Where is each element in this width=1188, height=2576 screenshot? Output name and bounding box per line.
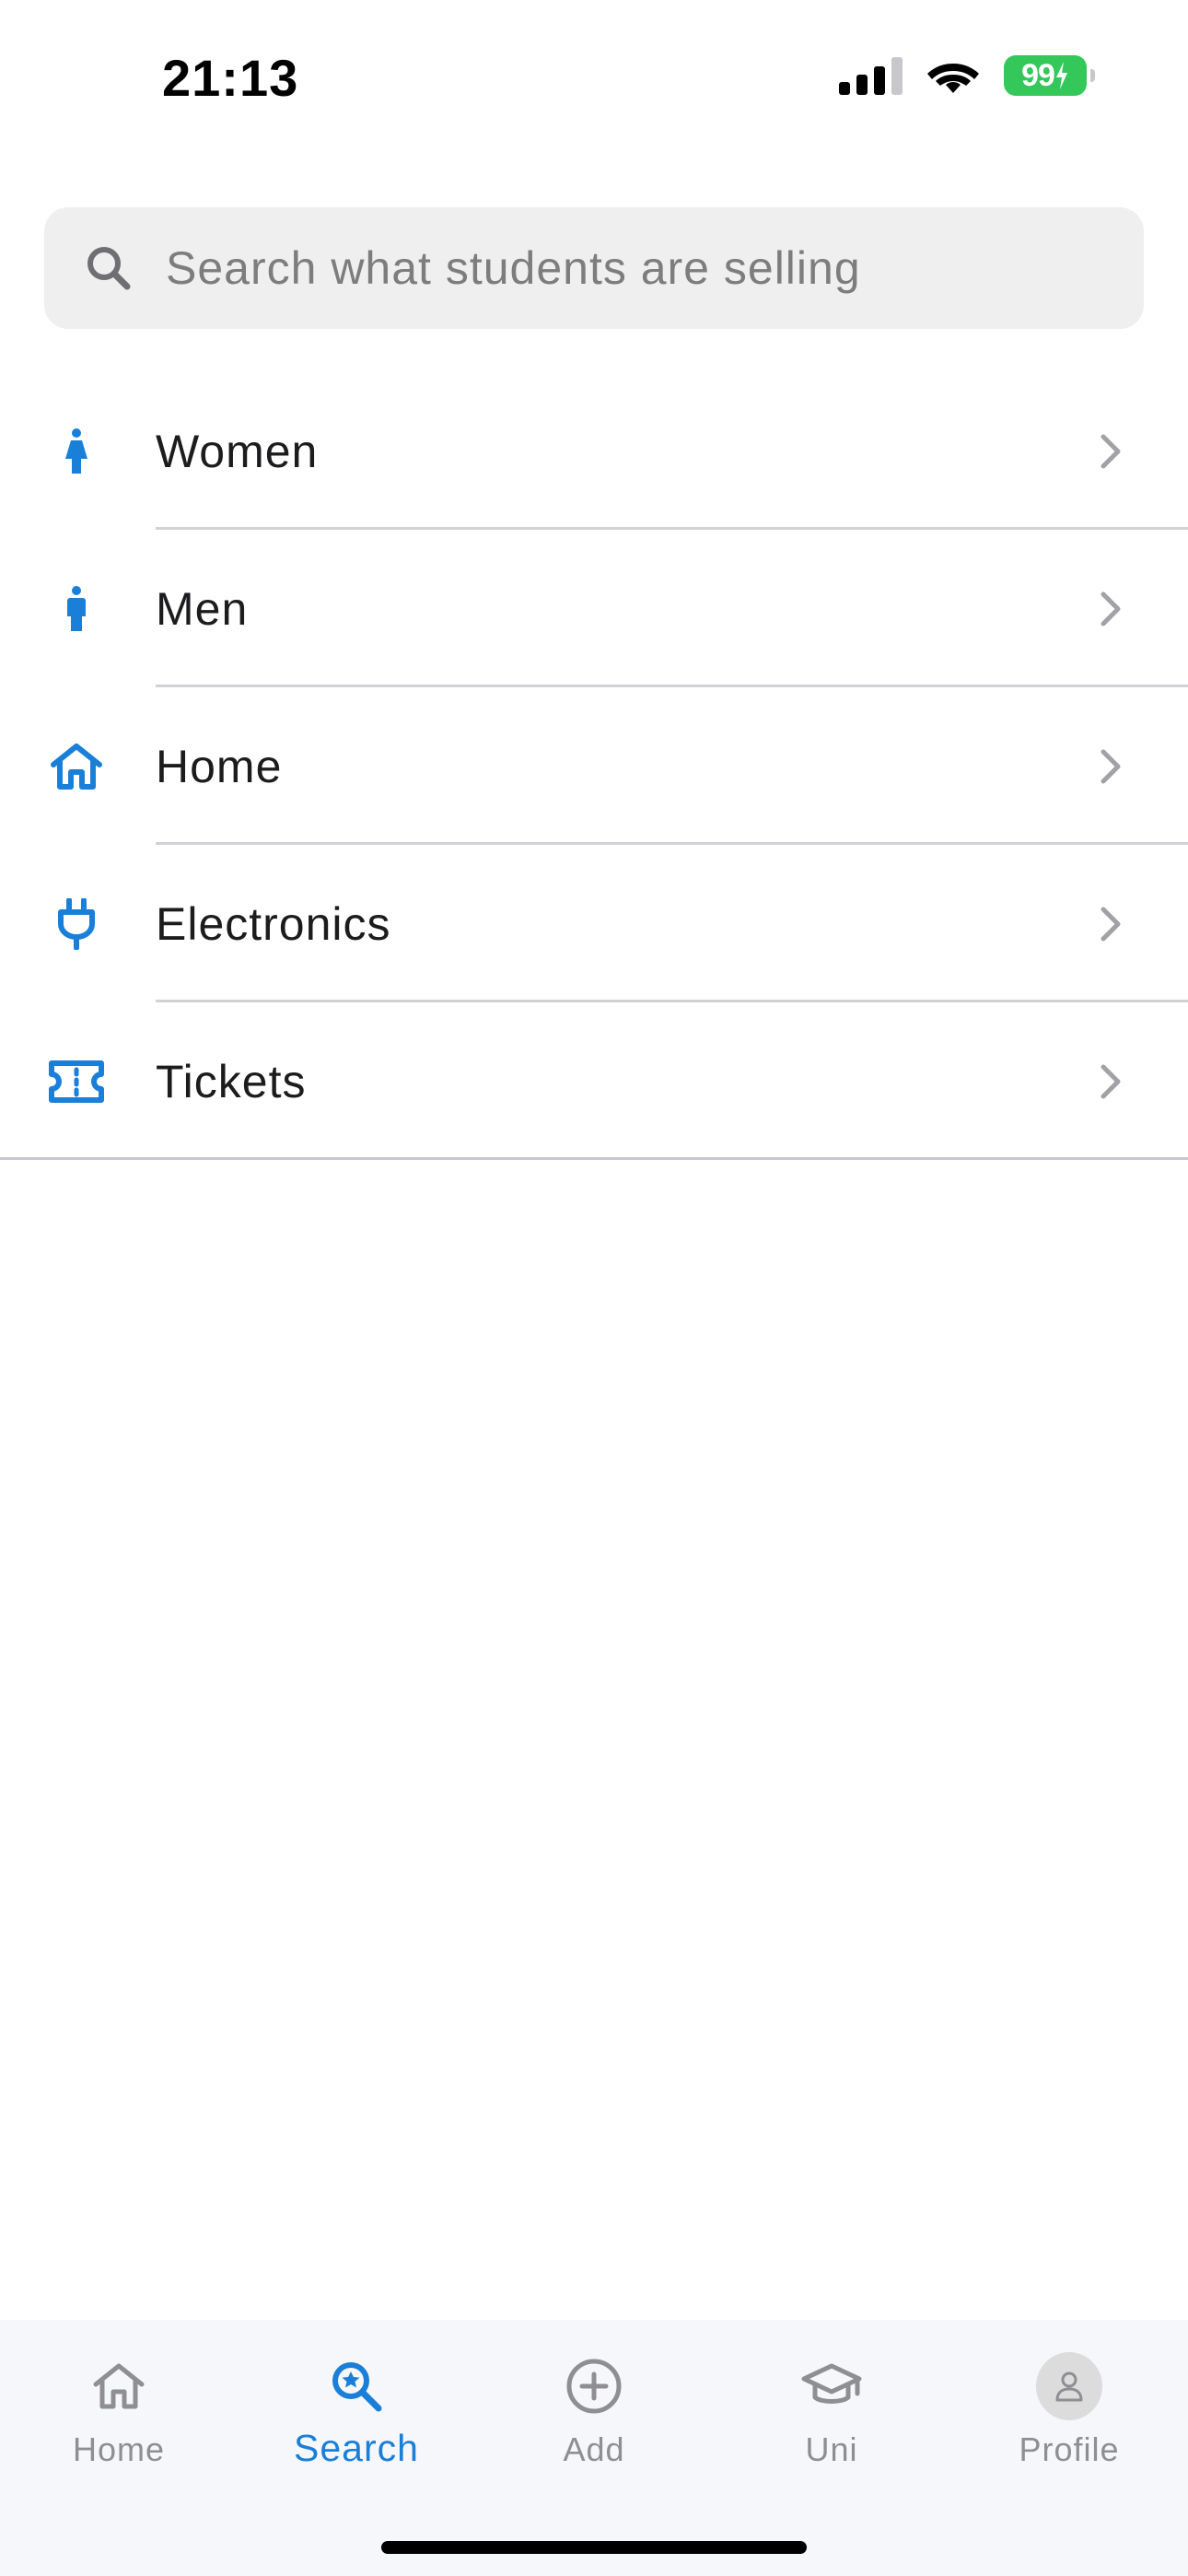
tab-add[interactable]: Add	[475, 2320, 713, 2504]
plug-icon	[46, 894, 107, 954]
search-placeholder: Search what students are selling	[166, 242, 861, 294]
tab-label: Add	[563, 2430, 625, 2468]
search-star-icon	[323, 2353, 390, 2419]
category-item-tickets[interactable]: Tickets	[0, 1002, 1188, 1160]
tab-icon-wrapper	[1036, 2352, 1102, 2420]
tab-home[interactable]: Home	[0, 2320, 238, 2504]
tab-label: Uni	[805, 2430, 858, 2468]
status-bar: 21:13 99	[0, 0, 1188, 157]
category-label: Home	[156, 740, 283, 792]
category-label: Tickets	[156, 1055, 307, 1107]
category-label: Women	[156, 425, 319, 477]
tab-bar: Home Search Add Uni Profile	[0, 2320, 1188, 2576]
search-bar[interactable]: Search what students are selling	[44, 207, 1144, 329]
home-indicator	[381, 2541, 807, 2554]
man-icon	[46, 579, 107, 639]
divider	[0, 1157, 1188, 1160]
chevron-right-icon	[1101, 1064, 1121, 1098]
chevron-right-icon	[1101, 434, 1121, 468]
wifi-icon	[927, 64, 979, 93]
tab-search[interactable]: Search	[238, 2320, 475, 2504]
search-icon	[87, 247, 131, 290]
charging-bolt-icon	[1055, 62, 1067, 89]
tab-uni[interactable]: Uni	[713, 2320, 950, 2504]
woman-icon	[46, 421, 107, 482]
category-label: Electronics	[156, 897, 391, 950]
house-icon	[46, 736, 107, 797]
category-item-home[interactable]: Home	[0, 687, 1188, 845]
tab-label: Search	[294, 2427, 419, 2469]
cellular-signal-icon	[839, 56, 903, 95]
battery-indicator: 99	[1004, 55, 1095, 96]
category-list: Women Men Home Electronics Tickets	[0, 372, 1188, 1160]
house-icon	[86, 2353, 152, 2419]
tab-label: Profile	[1019, 2430, 1120, 2468]
chevron-right-icon	[1101, 591, 1121, 626]
graduation-cap-icon	[798, 2353, 865, 2419]
category-item-women[interactable]: Women	[0, 372, 1188, 530]
chevron-right-icon	[1101, 907, 1121, 941]
chevron-right-icon	[1101, 749, 1121, 783]
category-item-men[interactable]: Men	[0, 530, 1188, 687]
tab-label: Home	[72, 2430, 166, 2468]
plus-circle-icon	[561, 2353, 627, 2419]
tab-profile[interactable]: Profile	[950, 2320, 1188, 2504]
category-item-electronics[interactable]: Electronics	[0, 845, 1188, 1002]
battery-level: 99	[1021, 57, 1055, 93]
status-time: 21:13	[162, 49, 299, 107]
category-label: Men	[156, 582, 249, 635]
status-icons: 99	[839, 55, 1095, 96]
avatar-icon	[1036, 2352, 1102, 2420]
ticket-icon	[46, 1051, 107, 1112]
